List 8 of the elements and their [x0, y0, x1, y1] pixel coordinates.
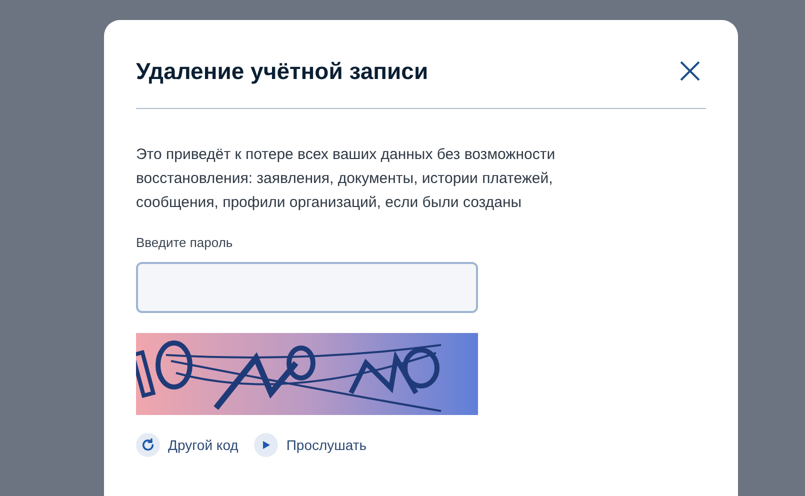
password-field[interactable]	[136, 262, 478, 313]
dialog-title: Удаление учётной записи	[136, 57, 428, 86]
play-icon	[254, 433, 278, 457]
new-code-link[interactable]: Другой код	[136, 433, 238, 457]
warning-message: Это приведёт к потере всех ваших данных без возможности восстановления: заявления, документы, истории платежей, сообщения, профили организаций, если были созданы	[136, 144, 556, 212]
listen-link[interactable]: Прослушать	[254, 433, 367, 457]
password-label: Введите пароль	[136, 234, 234, 252]
refresh-icon	[136, 433, 160, 457]
